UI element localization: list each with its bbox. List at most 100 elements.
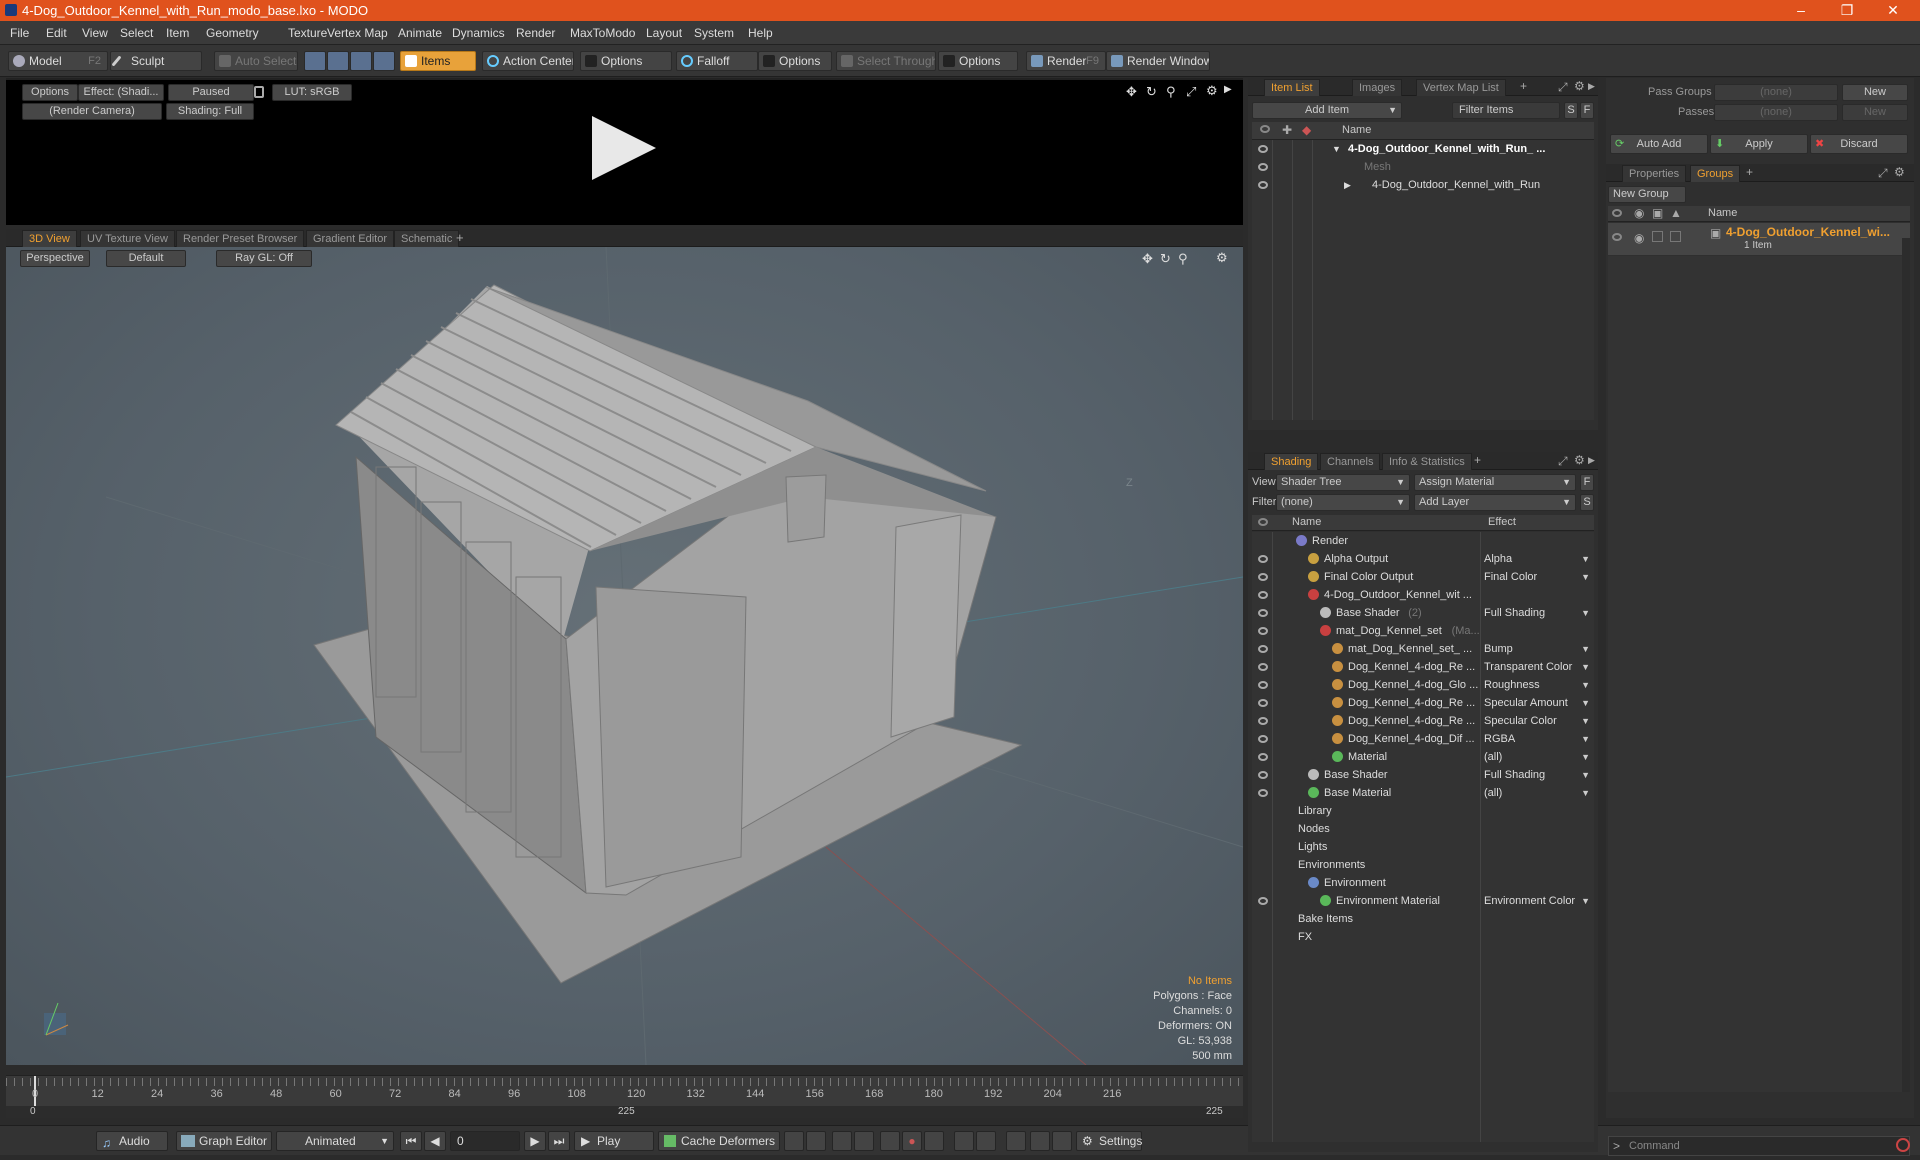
tab-schematic[interactable]: Schematic bbox=[394, 230, 460, 247]
tab-shading[interactable]: Shading bbox=[1264, 453, 1319, 470]
menu-dynamics[interactable]: Dynamics bbox=[452, 26, 505, 40]
select-materials-icon[interactable] bbox=[373, 51, 395, 71]
eye-icon[interactable] bbox=[1258, 681, 1268, 689]
effect-dropdown[interactable]: Effect: (Shadi... bbox=[78, 84, 164, 101]
menu-vertex-map[interactable]: Vertex Map bbox=[327, 26, 388, 40]
menu-file[interactable]: File bbox=[10, 26, 29, 40]
select-edges-icon[interactable] bbox=[327, 51, 349, 71]
eye-icon[interactable] bbox=[1258, 789, 1268, 797]
raygl-dropdown[interactable]: Ray GL: Off bbox=[216, 250, 312, 267]
arrow-right-icon[interactable]: ▶ bbox=[1588, 81, 1595, 92]
eye-icon[interactable] bbox=[1612, 233, 1622, 241]
go-to-start-icon[interactable]: ⏮ bbox=[400, 1131, 422, 1151]
new-pass-group-button[interactable]: New bbox=[1842, 84, 1908, 101]
select-through-button[interactable]: Select Through bbox=[836, 51, 936, 71]
chevron-down-icon[interactable]: ▼ bbox=[1581, 550, 1590, 568]
timeline[interactable]: 0 225 225 0 12 24 36 48 60 72 84 96 108 120 132 144 1… bbox=[6, 1075, 1243, 1118]
gear-icon[interactable]: ⚙ bbox=[1574, 453, 1585, 467]
eye-icon[interactable] bbox=[1258, 663, 1268, 671]
arrow-right-icon[interactable]: ▶ bbox=[1224, 84, 1232, 95]
layer-effect[interactable]: Bump bbox=[1484, 640, 1584, 658]
jump-key-prev-icon[interactable] bbox=[854, 1131, 874, 1151]
lock-icon[interactable] bbox=[254, 86, 264, 98]
table-row[interactable]: Alpha Output Alpha ▼ bbox=[1252, 550, 1594, 568]
chevron-down-icon[interactable]: ▼ bbox=[1581, 730, 1590, 748]
menu-help[interactable]: Help bbox=[748, 26, 773, 40]
close-icon[interactable]: ✕ bbox=[1870, 0, 1916, 21]
chevron-down-icon[interactable]: ▼ bbox=[1581, 712, 1590, 730]
table-row[interactable]: Nodes bbox=[1252, 820, 1594, 838]
menu-item[interactable]: Item bbox=[166, 26, 189, 40]
add-layer-dropdown[interactable]: Add Layer ▼ bbox=[1414, 494, 1576, 511]
table-row[interactable]: Dog_Kennel_4-dog_Re ... Specular Amount ▼ bbox=[1252, 694, 1594, 712]
table-row[interactable]: Base Shader (2) Full Shading ▼ bbox=[1252, 604, 1594, 622]
paused-button[interactable]: Paused bbox=[168, 84, 254, 101]
action-center-options-button[interactable]: Options bbox=[580, 51, 672, 71]
auto-add-button[interactable]: ⟳ Auto Add bbox=[1610, 134, 1708, 154]
model-mode-button[interactable]: Model F2 bbox=[8, 51, 108, 71]
auto-key-icon[interactable] bbox=[924, 1131, 944, 1151]
tab-vertex-map-list[interactable]: Vertex Map List bbox=[1416, 79, 1506, 96]
chevron-down-icon[interactable]: ▼ bbox=[1581, 892, 1590, 910]
add-tab-icon[interactable]: + bbox=[1474, 453, 1481, 467]
rotate-view-icon[interactable]: ↻ bbox=[1146, 84, 1157, 100]
snap-icon[interactable] bbox=[1052, 1131, 1072, 1151]
table-row[interactable]: Dog_Kennel_4-dog_Re ... Specular Color ▼ bbox=[1252, 712, 1594, 730]
menu-edit[interactable]: Edit bbox=[46, 26, 67, 40]
next-frame-icon[interactable]: ▶ bbox=[524, 1131, 546, 1151]
render-camera-dropdown[interactable]: (Render Camera) bbox=[22, 103, 162, 120]
lock-toggle-icon[interactable] bbox=[1652, 231, 1663, 242]
shading-s-button[interactable]: S bbox=[1580, 494, 1594, 511]
table-row[interactable]: mat_Dog_Kennel_set_ ... Bump ▼ bbox=[1252, 640, 1594, 658]
groups-scrollbar[interactable] bbox=[1902, 238, 1910, 1092]
default-dropdown[interactable]: Default bbox=[106, 250, 186, 267]
perspective-dropdown[interactable]: Perspective bbox=[20, 250, 90, 267]
menu-select[interactable]: Select bbox=[120, 26, 153, 40]
last-key-icon[interactable] bbox=[976, 1131, 996, 1151]
falloff-options-button[interactable]: Options bbox=[758, 51, 832, 71]
add-tab-icon[interactable]: + bbox=[1520, 79, 1527, 93]
chevron-down-icon[interactable]: ▼ bbox=[1581, 694, 1590, 712]
table-row[interactable]: Environments bbox=[1252, 856, 1594, 874]
timeline-range-bar[interactable]: 0 225 225 bbox=[6, 1106, 1243, 1118]
chevron-down-icon[interactable]: ▼ bbox=[1581, 766, 1590, 784]
render-options-button[interactable]: Options bbox=[22, 84, 78, 101]
items-mode-button[interactable]: Items bbox=[400, 51, 476, 71]
chevron-down-icon[interactable]: ▼ bbox=[1581, 676, 1590, 694]
view-dropdown[interactable]: Shader Tree ▼ bbox=[1276, 474, 1410, 491]
arrow-right-icon[interactable]: ▶ bbox=[1588, 455, 1595, 466]
key-icon[interactable] bbox=[880, 1131, 900, 1151]
gear-icon[interactable]: ⚙ bbox=[1894, 165, 1905, 179]
tab-3d-view[interactable]: 3D View bbox=[22, 230, 77, 247]
minimize-icon[interactable]: – bbox=[1778, 0, 1824, 21]
menu-texture[interactable]: Texture bbox=[288, 26, 327, 40]
go-to-end-icon[interactable]: ⏭ bbox=[548, 1131, 570, 1151]
item-list-s-button[interactable]: S bbox=[1564, 102, 1578, 119]
rotate-view-icon[interactable]: ↻ bbox=[1160, 251, 1171, 267]
previous-frame-icon[interactable]: ◀ bbox=[424, 1131, 446, 1151]
expand-icon[interactable]: ▶ bbox=[1344, 176, 1351, 194]
eye-icon[interactable] bbox=[1258, 609, 1268, 617]
action-center-button[interactable]: Action Center bbox=[482, 51, 574, 71]
discard-button[interactable]: ✖ Discard bbox=[1810, 134, 1908, 154]
play-icon[interactable] bbox=[592, 116, 656, 180]
tab-item-list[interactable]: Item List bbox=[1264, 79, 1320, 96]
table-row[interactable]: Render bbox=[1252, 532, 1594, 550]
audio-button[interactable]: ♫ Audio bbox=[96, 1131, 168, 1151]
eye-icon[interactable] bbox=[1258, 717, 1268, 725]
table-row[interactable]: Base Material (all) ▼ bbox=[1252, 784, 1594, 802]
layer-effect[interactable]: (all) bbox=[1484, 784, 1584, 802]
menu-geometry[interactable]: Geometry bbox=[206, 26, 259, 40]
new-pass-button[interactable]: New bbox=[1842, 104, 1908, 121]
eye-icon[interactable] bbox=[1258, 699, 1268, 707]
settings-button[interactable]: ⚙ Settings bbox=[1076, 1131, 1142, 1151]
jump-key-start-icon[interactable] bbox=[832, 1131, 852, 1151]
tab-channels[interactable]: Channels bbox=[1320, 453, 1381, 470]
table-row[interactable]: Material (all) ▼ bbox=[1252, 748, 1594, 766]
auto-select-button[interactable]: Auto Select bbox=[214, 51, 298, 71]
layer-effect[interactable]: (all) bbox=[1484, 748, 1584, 766]
layer-effect[interactable]: Transparent Color bbox=[1484, 658, 1584, 676]
command-input[interactable]: > Command bbox=[1608, 1136, 1910, 1156]
table-row[interactable]: FX bbox=[1252, 928, 1594, 946]
select-vertices-icon[interactable] bbox=[304, 51, 326, 71]
